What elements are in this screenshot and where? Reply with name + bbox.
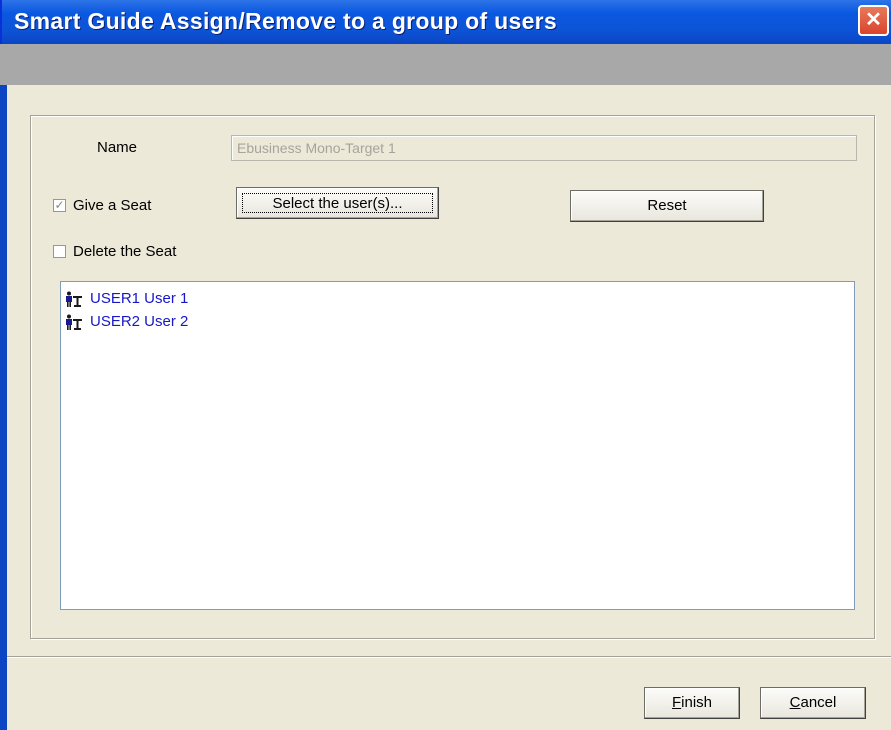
- name-label: Name: [97, 139, 138, 156]
- user-name: USER1 User 1: [90, 290, 189, 307]
- window-frame-left: [0, 85, 7, 730]
- give-seat-label: Give a Seat: [73, 197, 152, 214]
- close-icon: ✕: [865, 9, 882, 31]
- reset-button[interactable]: Reset: [570, 190, 764, 222]
- cancel-label: ancel: [800, 694, 837, 711]
- delete-seat-checkbox[interactable]: [53, 245, 66, 258]
- checkmark-icon: ✓: [54, 198, 65, 212]
- give-seat-checkbox[interactable]: ✓: [53, 199, 66, 212]
- cancel-button[interactable]: Cancel: [760, 687, 866, 719]
- header-strip: [0, 44, 891, 85]
- select-users-label: Select the user(s)...: [242, 193, 433, 213]
- finish-accelerator: F: [671, 694, 682, 711]
- delete-seat-label: Delete the Seat: [73, 243, 177, 260]
- footer-separator: [7, 656, 891, 658]
- users-icon: [66, 314, 82, 330]
- select-users-button[interactable]: Select the user(s)...: [236, 187, 439, 219]
- finish-label: inish: [681, 694, 713, 711]
- finish-button[interactable]: Finish: [644, 687, 740, 719]
- window-title: Smart Guide Assign/Remove to a group of …: [14, 8, 558, 34]
- list-item[interactable]: USER2 User 2: [64, 310, 851, 333]
- give-seat-option[interactable]: ✓ Give a Seat: [53, 197, 151, 214]
- list-item[interactable]: USER1 User 1: [64, 287, 851, 310]
- cancel-accelerator: C: [789, 694, 801, 711]
- close-button[interactable]: ✕: [858, 5, 889, 36]
- user-name: USER2 User 2: [90, 313, 189, 330]
- delete-seat-option[interactable]: Delete the Seat: [53, 243, 176, 260]
- user-list[interactable]: USER1 User 1 USER2 User 2: [60, 281, 855, 610]
- name-field: Ebusiness Mono-Target 1: [231, 135, 857, 161]
- title-bar: Smart Guide Assign/Remove to a group of …: [0, 0, 891, 44]
- users-icon: [66, 291, 82, 307]
